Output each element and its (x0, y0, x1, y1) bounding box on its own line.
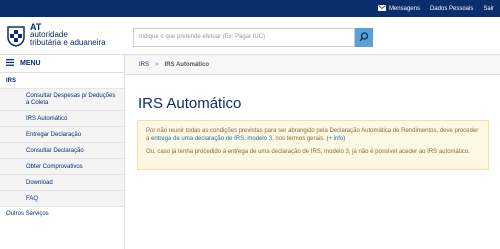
personal-data-label: Dados Pessoais (429, 5, 474, 12)
sidebar-item-irs-automatico[interactable]: IRS Automático (0, 111, 124, 127)
logout-link[interactable]: Sair (483, 6, 494, 12)
page-title: IRS Automático (138, 95, 242, 112)
sidebar-item-faq[interactable]: FAQ (0, 191, 124, 207)
alert-text-2: , nos termos gerais. (272, 136, 327, 142)
sidebar-item-obter-comprovativos[interactable]: Obter Comprovativos (0, 159, 124, 175)
sidebar: MENU IRS Consultar Despesas p/ Deduções … (0, 55, 125, 249)
breadcrumb-current: IRS Automático (164, 61, 209, 68)
portugal-emblem-icon (6, 25, 26, 47)
more-info-link[interactable]: (+ info) (326, 136, 345, 142)
search-button[interactable] (355, 28, 373, 47)
breadcrumb-separator: > (155, 61, 159, 68)
messages-link[interactable]: Mensagens (377, 4, 420, 13)
top-bar: Mensagens Dados Pessoais Sair (0, 0, 500, 17)
envelope-icon (377, 4, 386, 13)
logo-line3: tributária e aduaneira (30, 38, 106, 47)
breadcrumb: IRS > IRS Automático (125, 55, 500, 75)
alert-paragraph-2: Ou, caso já tenha procedido à entrega de… (146, 149, 470, 155)
hamburger-icon (6, 59, 14, 68)
sidebar-item-download[interactable]: Download (0, 175, 124, 191)
at-logo[interactable]: AT autoridade tributária e aduaneira (6, 23, 116, 49)
messages-label: Mensagens (388, 5, 420, 12)
sidebar-item-outros-servicos[interactable]: Outros Serviços (0, 207, 124, 221)
sidebar-section-irs[interactable]: IRS (0, 73, 124, 89)
alert-paragraph-1: Por não reunir todas as condições previs… (146, 127, 480, 143)
breadcrumb-root[interactable]: IRS (139, 62, 149, 68)
warning-alert: Por não reunir todas as condições previs… (137, 120, 489, 170)
sidebar-item-entregar-declaracao[interactable]: Entregar Declaração (0, 127, 124, 143)
logout-label: Sair (483, 5, 494, 12)
sidebar-item-consultar-declaracao[interactable]: Consultar Declaração (0, 143, 124, 159)
sidebar-item-consultar-despesas[interactable]: Consultar Despesas p/ Deduções à Coleta (0, 89, 124, 111)
main-content: IRS > IRS Automático IRS Automático Por … (125, 55, 500, 249)
personal-data-link[interactable]: Dados Pessoais (430, 6, 473, 12)
search-placeholder: Indique o que pretende efetuar (Ex: Paga… (139, 34, 266, 40)
submit-declaration-link[interactable]: entrega de uma declaração de IRS, modelo… (151, 136, 272, 142)
search-icon (359, 29, 369, 47)
menu-label: MENU (20, 60, 41, 67)
menu-toggle[interactable]: MENU (0, 55, 124, 73)
search-input[interactable]: Indique o que pretende efetuar (Ex: Paga… (133, 28, 355, 47)
